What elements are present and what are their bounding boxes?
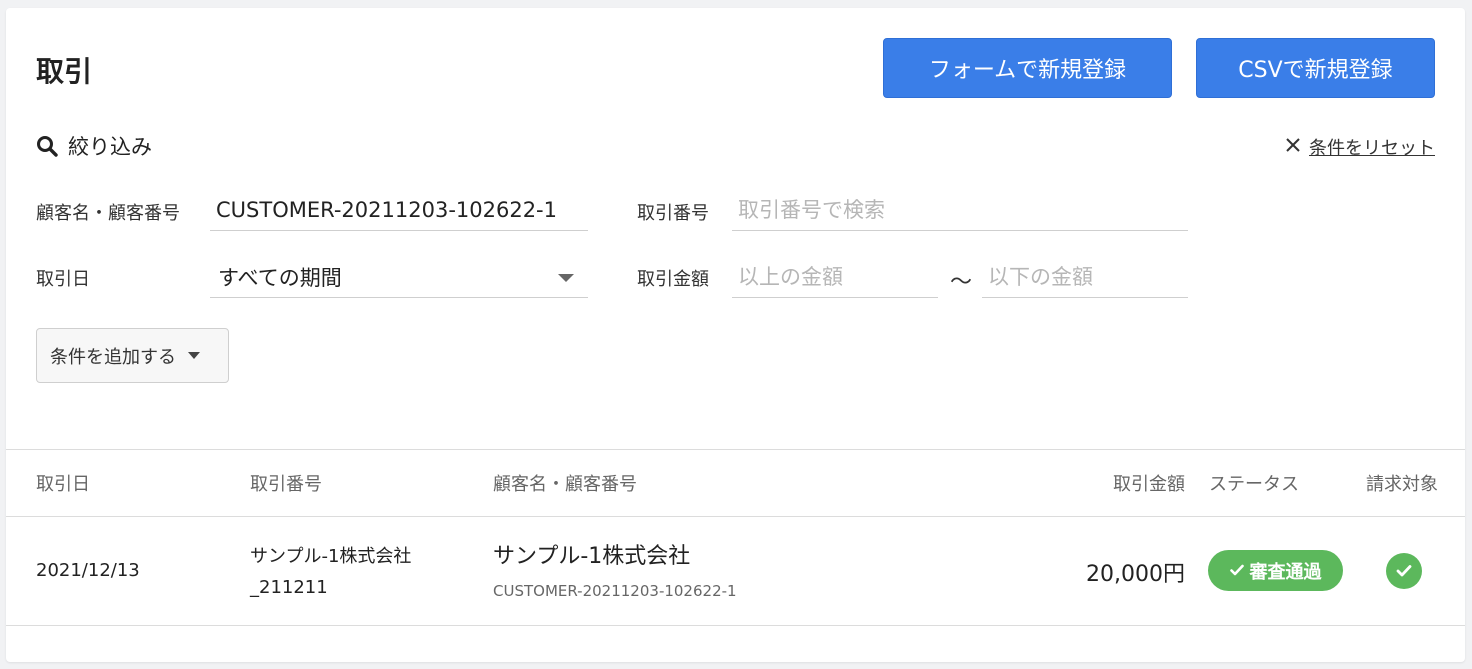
filter-heading: 絞り込み [36, 131, 152, 161]
txn-number-filter-label: 取引番号 [637, 203, 709, 224]
amount-min-input[interactable] [732, 258, 938, 296]
amount-max-input[interactable] [982, 258, 1188, 296]
customer-filter-field [210, 191, 588, 231]
amount-range-separator: 〜 [950, 270, 973, 295]
row-customer-name: サンプル-1株式会社 [493, 544, 691, 569]
txn-number-filter-input[interactable] [732, 191, 1188, 229]
txn-date-select[interactable]: すべての期間 [210, 258, 588, 298]
billing-target-check [1386, 553, 1422, 589]
table-row-divider [6, 625, 1465, 626]
add-condition-label: 条件を追加する [50, 346, 176, 368]
status-badge: 審査通過 [1208, 550, 1343, 591]
column-header-customer: 顧客名・顧客番号 [493, 474, 637, 495]
filter-heading-label: 絞り込み [68, 135, 152, 159]
row-txn-number: サンプル-1株式会社_211211 [250, 546, 412, 598]
add-condition-button[interactable]: 条件を追加する [36, 328, 229, 383]
customer-filter-label: 顧客名・顧客番号 [36, 203, 180, 224]
transactions-card: 取引 フォームで新規登録 CSVで新規登録 絞り込み 条件をリセット 顧客名・顧… [6, 8, 1465, 662]
txn-date-select-value: すべての期間 [218, 266, 342, 290]
column-header-billing: 請求対象 [1366, 474, 1438, 495]
row-customer-id: CUSTOMER-20211203-102622-1 [493, 582, 737, 600]
column-header-amount: 取引金額 [1113, 474, 1185, 495]
amount-filter-label: 取引金額 [637, 269, 709, 290]
row-date: 2021/12/13 [36, 560, 140, 581]
reset-conditions-label: 条件をリセット [1309, 138, 1435, 159]
column-header-number: 取引番号 [250, 474, 322, 495]
search-icon [36, 135, 58, 157]
column-header-date: 取引日 [36, 474, 90, 495]
page-title: 取引 [36, 55, 93, 88]
table-header-divider [6, 516, 1465, 517]
chevron-down-icon [558, 274, 574, 282]
customer-filter-input[interactable] [210, 191, 588, 229]
txn-number-filter-field [732, 191, 1188, 231]
amount-max-field [982, 258, 1188, 298]
csv-register-button[interactable]: CSVで新規登録 [1196, 38, 1435, 98]
status-badge-label: 審査通過 [1249, 561, 1322, 583]
caret-down-icon [188, 352, 200, 359]
table-top-divider [6, 449, 1465, 450]
check-icon [1396, 562, 1412, 581]
form-register-button[interactable]: フォームで新規登録 [883, 38, 1172, 98]
column-header-status: ステータス [1209, 474, 1299, 495]
reset-conditions-link[interactable]: 条件をリセット [1285, 134, 1435, 160]
check-icon [1229, 560, 1244, 581]
close-icon [1285, 137, 1301, 158]
amount-min-field [732, 258, 938, 298]
row-amount: 20,000円 [1086, 562, 1185, 587]
txn-date-filter-label: 取引日 [36, 269, 90, 290]
